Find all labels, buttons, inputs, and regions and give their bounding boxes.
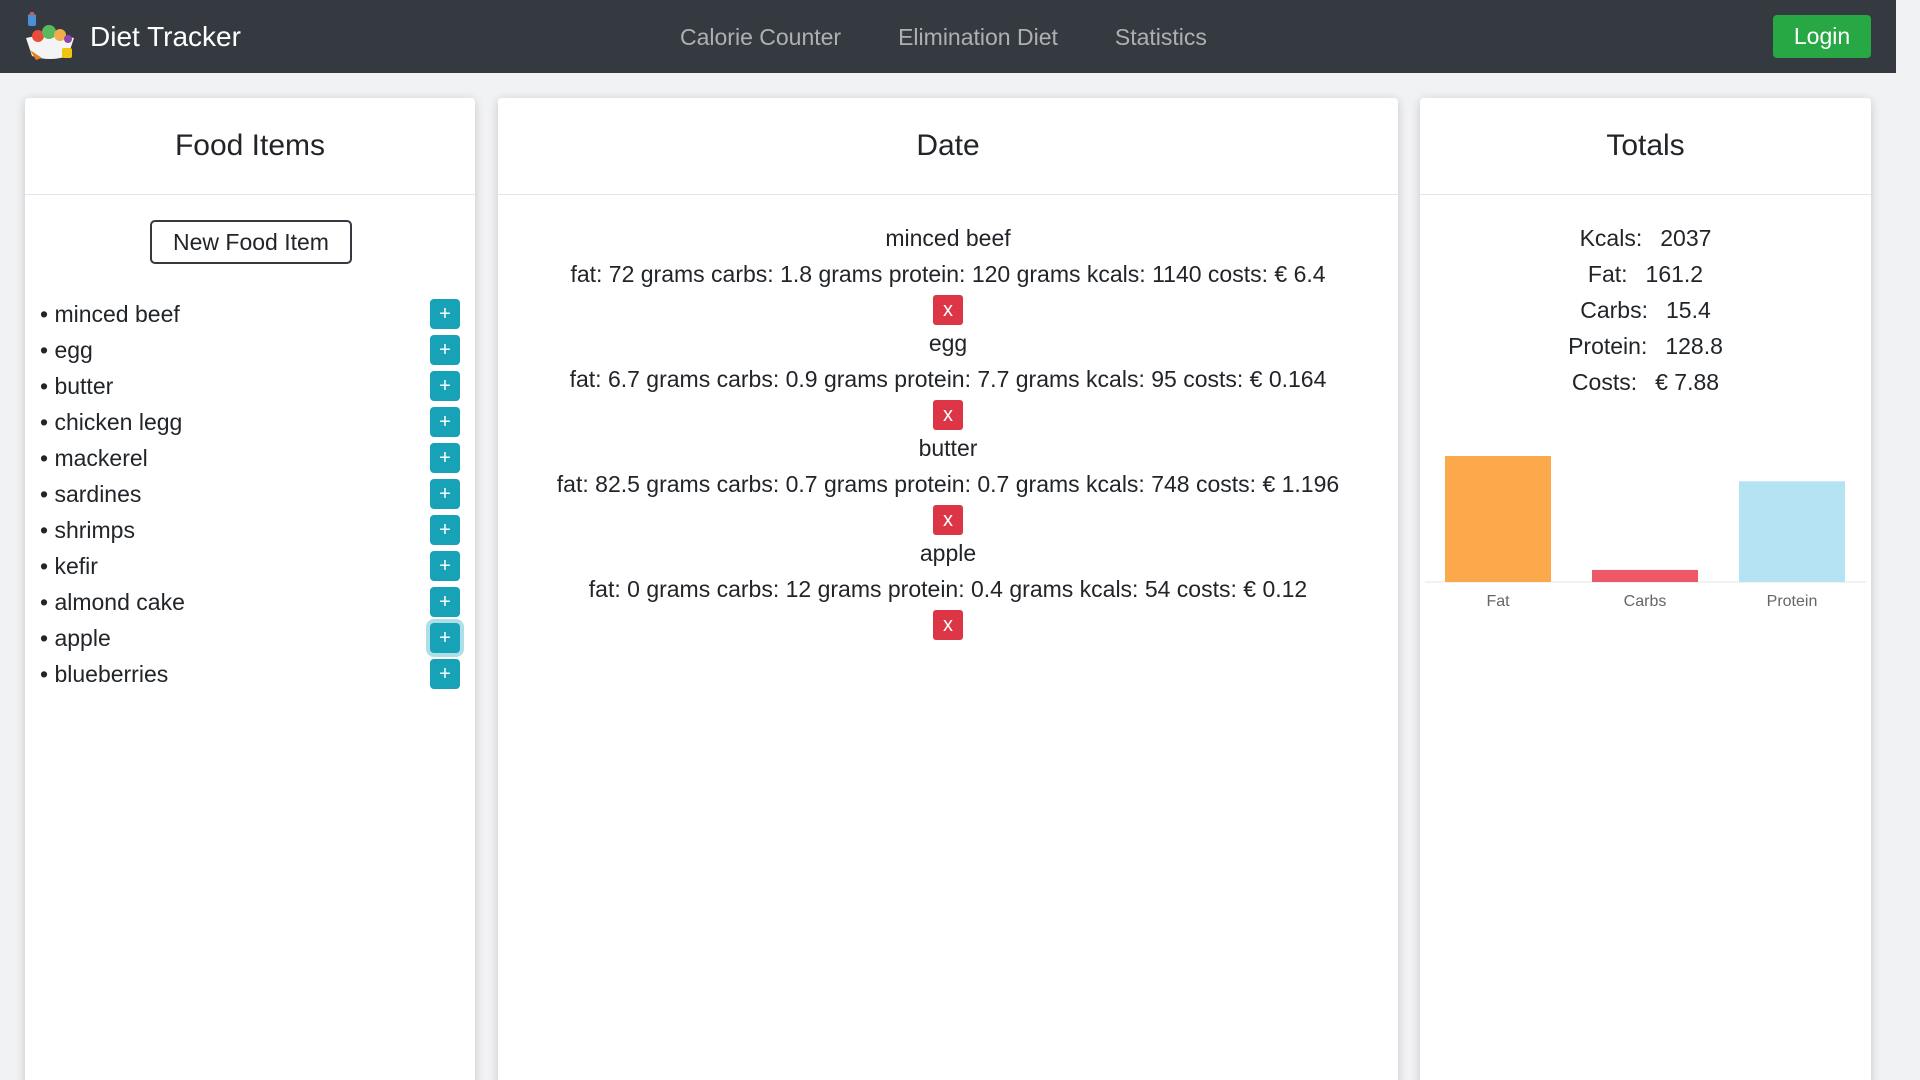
login-button[interactable]: Login [1773,15,1871,58]
date-title: Date [498,98,1398,195]
total-label: Protein: [1568,333,1648,359]
add-food-button[interactable]: + [430,479,460,509]
new-food-item-button[interactable]: New Food Item [150,220,352,264]
date-entries: minced beef fat: 72 grams carbs: 1.8 gram… [498,220,1398,640]
food-item-name: sardines [40,481,141,508]
brand[interactable]: Diet Tracker [22,12,241,62]
total-label: Kcals: [1579,225,1643,251]
entry-detail: fat: 6.7 grams carbs: 0.9 grams protein:… [569,366,1327,392]
food-list-item: apple + [40,620,460,656]
food-list-item: almond cake + [40,584,460,620]
food-list-item: minced beef + [40,296,460,332]
total-value: 15.4 [1665,297,1711,323]
add-food-button[interactable]: + [430,443,460,473]
entry-name: butter [918,435,978,461]
total-label: Carbs: [1580,297,1648,323]
app-title: Diet Tracker [90,21,241,52]
chart-bar-fat [1445,456,1551,582]
food-item-name: mackerel [40,445,147,472]
date-card: Date minced beef fat: 72 grams carbs: 1.8… [498,98,1398,1080]
food-item-name: almond cake [40,589,184,616]
add-food-button[interactable]: + [430,551,460,581]
add-food-button[interactable]: + [430,371,460,401]
total-row: Costs: € 7.88 [1420,364,1871,400]
entry-name: egg [928,330,968,356]
total-row: Protein: 128.8 [1420,328,1871,364]
add-food-button[interactable]: + [430,335,460,365]
food-list-item: kefir + [40,548,460,584]
remove-entry-button[interactable]: x [933,400,963,430]
date-entry: egg fat: 6.7 grams carbs: 0.9 grams prote… [498,325,1398,430]
add-food-button[interactable]: + [430,623,460,653]
chart-bar-carbs [1592,569,1698,582]
add-food-button[interactable]: + [430,515,460,545]
nav-calorie-counter[interactable]: Calorie Counter [680,24,841,51]
chart-tick-label: Protein [1767,593,1818,610]
chart-tick-label: Fat [1486,593,1510,610]
total-value: € 7.88 [1655,369,1720,395]
food-list-item: shrimps + [40,512,460,548]
totals-list: Kcals: 2037 Fat: 161.2 Carbs: 15.4 Protein: 128… [1420,220,1871,400]
diet-logo-icon [22,12,78,62]
chart-tick-label: Carbs [1624,593,1667,610]
add-food-button[interactable]: + [430,659,460,689]
food-item-name: chicken legg [40,409,182,436]
entry-detail: fat: 82.5 grams carbs: 0.7 grams protein… [556,471,1340,497]
total-value: 2037 [1660,225,1712,251]
food-items-title: Food Items [25,98,475,195]
total-value: 128.8 [1665,333,1723,359]
food-list-item: butter + [40,368,460,404]
food-item-name: apple [40,625,110,652]
top-navbar: Diet Tracker Calorie Counter Elimination… [0,0,1896,73]
total-value: 161.2 [1645,261,1704,287]
total-label: Costs: [1571,369,1638,395]
total-row: Fat: 161.2 [1420,256,1871,292]
entry-name: apple [919,540,977,566]
date-entry: butter fat: 82.5 grams carbs: 0.7 grams p… [498,430,1398,535]
food-list-item: egg + [40,332,460,368]
add-food-button[interactable]: + [430,299,460,329]
food-item-name: egg [40,337,92,364]
total-row: Kcals: 2037 [1420,220,1871,256]
nav-links: Calorie Counter Elimination Diet Statist… [680,24,1207,51]
chart-bar-protein [1739,481,1845,582]
add-food-button[interactable]: + [430,587,460,617]
date-entry: apple fat: 0 grams carbs: 12 grams protei… [498,535,1398,640]
food-list-item: mackerel + [40,440,460,476]
remove-entry-button[interactable]: x [933,505,963,535]
macros-bar-chart: Fat Carbs Protein [1425,456,1866,610]
entry-detail: fat: 0 grams carbs: 12 grams protein: 0.… [588,576,1308,602]
food-list-item: sardines + [40,476,460,512]
food-list: minced beef+egg+butter+chicken legg+mack… [40,296,460,692]
entry-detail: fat: 72 grams carbs: 1.8 grams protein: … [570,261,1326,287]
remove-entry-button[interactable]: x [933,610,963,640]
food-item-name: minced beef [40,301,179,328]
food-item-name: shrimps [40,517,135,544]
food-items-card: Food Items New Food Item minced beef+egg… [25,98,475,1080]
food-item-name: blueberries [40,661,168,688]
total-row: Carbs: 15.4 [1420,292,1871,328]
date-entry: minced beef fat: 72 grams carbs: 1.8 gram… [498,220,1398,325]
entry-name: minced beef [885,225,1011,251]
remove-entry-button[interactable]: x [933,295,963,325]
food-list-item: blueberries + [40,656,460,692]
totals-card: Totals Kcals: 2037 Fat: 161.2 Carbs: 15.4 Prot… [1420,98,1871,1080]
food-item-name: butter [40,373,113,400]
nav-elimination-diet[interactable]: Elimination Diet [898,24,1058,51]
food-list-item: chicken legg + [40,404,460,440]
food-item-name: kefir [40,553,97,580]
nav-statistics[interactable]: Statistics [1115,24,1207,51]
add-food-button[interactable]: + [430,407,460,437]
total-label: Fat: [1587,261,1628,287]
totals-title: Totals [1420,98,1871,195]
